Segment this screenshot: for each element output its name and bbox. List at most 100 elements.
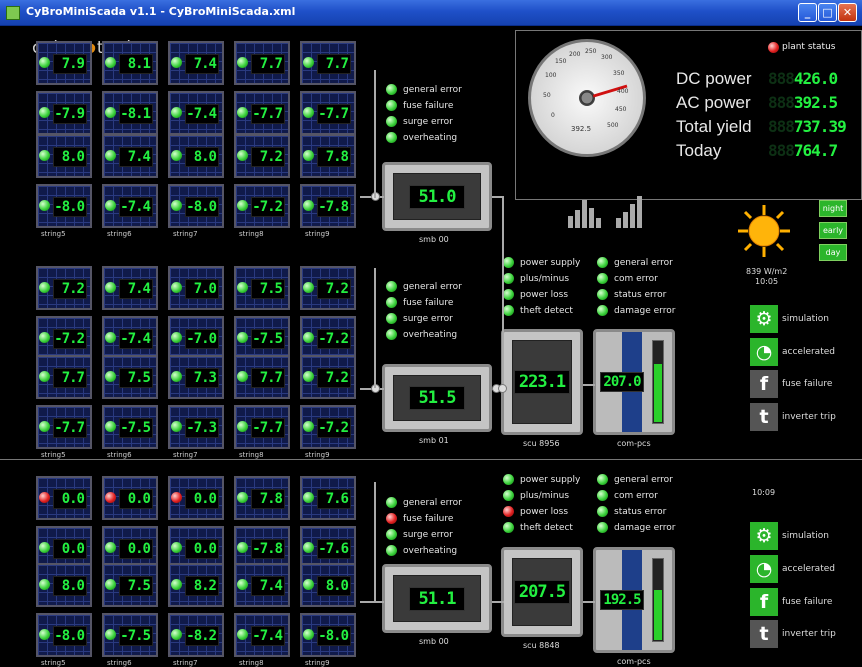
panel-voltage: -7.7 <box>251 418 285 438</box>
panel-voltage: -7.4 <box>185 104 219 124</box>
panel-voltage: -8.0 <box>53 626 87 646</box>
twitter-icon: t <box>750 403 778 431</box>
string-label: string6 <box>107 659 132 667</box>
string-label: string9 <box>305 659 330 667</box>
led-label: status error <box>614 507 667 517</box>
status-led <box>39 579 50 590</box>
led-label: damage error <box>614 523 676 533</box>
status-led <box>597 305 608 316</box>
minimize-button[interactable]: _ <box>798 3 817 22</box>
ac-power-label: AC power <box>676 93 751 112</box>
wire <box>502 196 504 386</box>
title-bar[interactable]: CyBroMiniScada v1.1 - CyBroMiniScada.xml… <box>0 0 862 26</box>
panel-voltage: -7.9 <box>53 104 87 124</box>
gear-icon: ⚙ <box>750 522 778 550</box>
panel-voltage: -7.2 <box>251 197 285 217</box>
led-indicator: fuse failure <box>386 296 462 312</box>
led-label: damage error <box>614 306 676 316</box>
ac-power-value: 888392.5 <box>768 93 838 112</box>
status-led <box>386 297 397 308</box>
gauge-tick: 250 <box>585 48 597 55</box>
status-led <box>171 371 182 382</box>
led-label: general error <box>614 475 673 485</box>
wire <box>583 384 595 386</box>
scu-box[interactable]: 207.5 <box>501 547 583 637</box>
status-led <box>237 542 248 553</box>
status-led <box>39 629 50 640</box>
facebook-icon: f <box>750 370 778 398</box>
panel-voltage: 8.1 <box>119 54 153 74</box>
smb-box[interactable]: 51.5 <box>382 364 492 432</box>
status-led <box>386 329 397 340</box>
status-led <box>171 150 182 161</box>
status-led <box>105 629 116 640</box>
wire <box>360 601 384 603</box>
status-led <box>386 545 397 556</box>
led-label: overheating <box>403 546 458 556</box>
led-indicator: general error <box>386 496 462 512</box>
led-label: fuse failure <box>403 514 454 524</box>
pcs-level-bar <box>654 363 662 422</box>
panel-voltage: 7.9 <box>53 54 87 74</box>
panel-voltage: -7.7 <box>317 104 351 124</box>
status-led <box>503 273 514 284</box>
panel-voltage: -7.4 <box>251 626 285 646</box>
maximize-button[interactable]: □ <box>818 3 837 22</box>
dc-power-label: DC power <box>676 69 752 88</box>
pcs-box-display: 192.5 <box>600 590 644 610</box>
status-led <box>171 629 182 640</box>
day-button[interactable]: day <box>819 244 847 261</box>
panel-voltage: 0.0 <box>119 539 153 559</box>
status-led <box>303 492 314 503</box>
status-led <box>503 474 514 485</box>
status-led <box>39 282 50 293</box>
led-indicator: status error <box>597 288 675 304</box>
status-led <box>597 522 608 533</box>
led-indicator: overheating <box>386 544 462 560</box>
led-indicator: general error <box>597 256 675 272</box>
led-label: theft detect <box>520 306 573 316</box>
app-window: CyBroMiniScada v1.1 - CyBroMiniScada.xml… <box>0 0 862 667</box>
smb-box[interactable]: 51.0 <box>382 162 492 231</box>
status-led <box>237 371 248 382</box>
gauge-tick: 300 <box>601 54 613 61</box>
panel-voltage: 7.8 <box>251 489 285 509</box>
panel-voltage: 7.2 <box>251 147 285 167</box>
early-button[interactable]: early <box>819 222 847 239</box>
status-led <box>171 332 182 343</box>
wire <box>374 268 376 388</box>
smb-box-label: smb 01 <box>419 436 449 445</box>
close-button[interactable]: ✕ <box>838 3 857 22</box>
string-label: string9 <box>305 230 330 238</box>
led-label: com error <box>614 274 658 284</box>
panel-voltage: -7.8 <box>317 197 351 217</box>
status-led <box>386 116 397 127</box>
panel-voltage: 7.3 <box>185 368 219 388</box>
led-status-list: general error com error status error damage… <box>597 473 675 537</box>
clock-time-bottom: 10:09 <box>752 488 776 497</box>
panel-voltage: 7.5 <box>251 279 285 299</box>
simulation-label: simulation <box>782 314 829 324</box>
inverter-trip-label: inverter trip <box>782 629 836 639</box>
night-button[interactable]: night <box>819 200 847 217</box>
pcs-box[interactable]: 192.5 <box>593 547 675 653</box>
pcs-box[interactable]: 207.0 <box>593 329 675 435</box>
panel-voltage: -7.2 <box>317 329 351 349</box>
status-led <box>303 542 314 553</box>
led-label: power loss <box>520 507 569 517</box>
smb-box[interactable]: 51.1 <box>382 564 492 633</box>
total-yield-label: Total yield <box>676 117 752 136</box>
led-label: theft detect <box>520 523 573 533</box>
led-status-list: power supply plus/minus power loss theft de… <box>503 473 580 537</box>
scu-box[interactable]: 223.1 <box>501 329 583 435</box>
string-label: string7 <box>173 230 198 238</box>
led-indicator: damage error <box>597 304 675 320</box>
clock-icon: ◔ <box>750 555 778 583</box>
fuse-failure-label: fuse failure <box>782 379 833 389</box>
status-led <box>386 529 397 540</box>
status-led <box>386 497 397 508</box>
plant-overview-panel: 392.5 0 50 100 150 200 250 300 350 400 4… <box>515 30 862 200</box>
led-indicator: com error <box>597 489 675 505</box>
bar-chart-icon[interactable] <box>568 188 660 228</box>
status-led <box>503 506 514 517</box>
